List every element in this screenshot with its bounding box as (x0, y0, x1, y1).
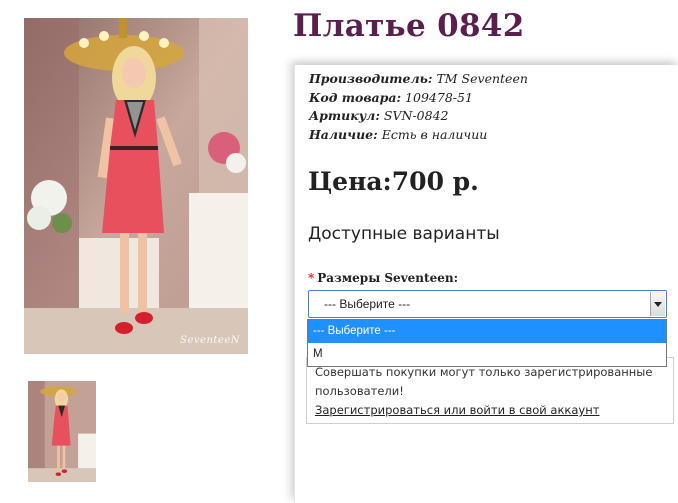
size-select-value: --- Выберите --- (324, 297, 411, 311)
size-select-dropdown[interactable]: --- Выберите --- M (307, 319, 667, 367)
dropdown-option-m[interactable]: M (308, 343, 666, 366)
product-price: Цена:700 р. (308, 167, 479, 196)
size-option-label: * Размеры Seventeen: (308, 271, 458, 285)
required-mark: * (308, 271, 315, 285)
login-notice: Совершать покупки могут только зарегистр… (306, 357, 674, 424)
thumbnail-illustration (28, 381, 96, 482)
image-watermark: SeventeeN (180, 335, 240, 346)
meta-product-code: Код товара: 109478-51 (309, 89, 528, 108)
meta-label: Производитель: (309, 71, 433, 86)
meta-value: Есть в наличии (377, 126, 488, 142)
meta-label: Наличие: (309, 126, 378, 142)
product-thumbnail[interactable] (28, 381, 96, 482)
meta-value: 109478-51 (401, 89, 473, 105)
variants-heading: Доступные варианты (308, 224, 500, 244)
dropdown-option-placeholder[interactable]: --- Выберите --- (308, 320, 666, 343)
login-notice-text: Совершать покупки могут только зарегистр… (315, 365, 653, 398)
meta-label: Артикул: (309, 108, 380, 123)
select-arrow-button[interactable] (650, 292, 665, 316)
size-select[interactable]: --- Выберите --- (308, 290, 667, 318)
meta-value: SVN-0842 (379, 108, 449, 123)
product-info-panel: Производитель: ТМ Seventeen Код товара: … (294, 65, 678, 503)
meta-sku: Артикул: SVN-0842 (309, 107, 528, 126)
product-main-image[interactable]: SeventeeN (24, 18, 248, 354)
product-title: Платье 0842 (293, 8, 525, 44)
meta-availability: Наличие: Есть в наличии (309, 126, 528, 145)
chevron-down-icon (654, 301, 662, 307)
meta-label: Код товара: (309, 89, 402, 105)
meta-manufacturer: Производитель: ТМ Seventeen (309, 70, 528, 89)
product-meta-list: Производитель: ТМ Seventeen Код товара: … (309, 70, 528, 144)
dress-photo-illustration (24, 18, 248, 354)
size-label-text: Размеры Seventeen: (317, 271, 458, 285)
meta-value: ТМ Seventeen (432, 71, 528, 86)
register-or-login-link[interactable]: Зарегистрироваться или войти в свой акка… (315, 401, 673, 420)
